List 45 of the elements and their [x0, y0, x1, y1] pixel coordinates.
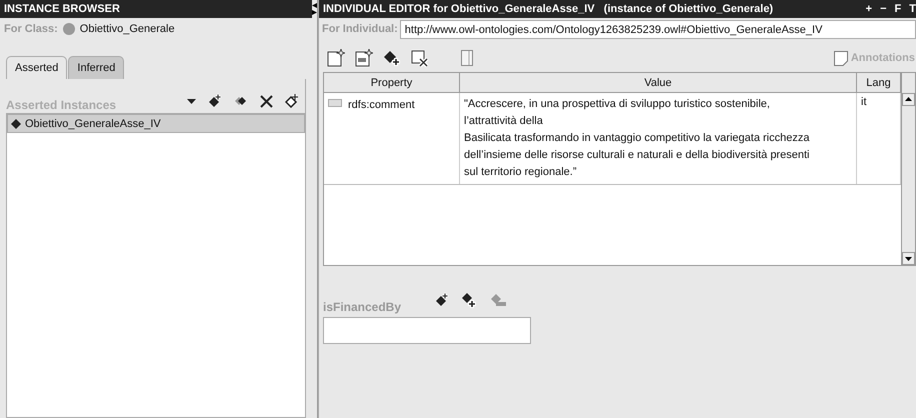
- title-button[interactable]: −: [880, 3, 887, 15]
- add-value-icon[interactable]: [435, 292, 450, 306]
- for-individual-label: For Individual:: [322, 23, 398, 35]
- tab[interactable]: Inferred: [68, 56, 124, 79]
- remove-document-icon[interactable]: [411, 49, 429, 67]
- table-cell-text: dell’insieme delle risorse culturali e naturali e della biodiversità presenti: [464, 148, 810, 163]
- scroll-up-icon[interactable]: [902, 93, 915, 106]
- table-cell-text: "Accrescere, in una prospettiva di sviluppo turistico sostenibile,: [464, 97, 771, 112]
- table-cell: rdfs:comment: [348, 99, 415, 111]
- create-value-icon[interactable]: [461, 291, 478, 308]
- table-cell-text: sul territorio regionale.”: [464, 165, 578, 180]
- diamond-icon: [10, 116, 22, 130]
- add-outline-instance-icon[interactable]: [285, 94, 299, 108]
- table-cell-text: l’attrattività della: [464, 114, 544, 129]
- add-diamond-icon[interactable]: [383, 49, 401, 67]
- individual-uri-field[interactable]: http://www.owl-ontologies.com/Ontology1263825239.owl#Obiettivo_GeneraleAsse_IV: [400, 20, 916, 38]
- property-icon: [328, 99, 342, 107]
- title-button[interactable]: F: [894, 3, 902, 15]
- slot-label: isFinancedBy: [323, 300, 402, 314]
- add-instance-icon[interactable]: [208, 94, 222, 108]
- class-circle-icon: [62, 23, 75, 35]
- instance-item[interactable]: Obiettivo_GeneraleAsse_IV: [7, 114, 305, 133]
- scrollbar[interactable]: [901, 73, 915, 265]
- list-title: Asserted Instances: [6, 97, 116, 112]
- panel-layout-icon[interactable]: [461, 50, 473, 66]
- copy-instance-icon[interactable]: [234, 95, 248, 107]
- column-header[interactable]: Property: [324, 73, 460, 92]
- table-cell-text: Basilicata trasformando in vantaggio competitivo la variegata ricchezza: [464, 131, 810, 146]
- dropdown-caret-icon[interactable]: [187, 98, 196, 104]
- delete-icon[interactable]: [260, 94, 273, 108]
- title-button[interactable]: +: [866, 3, 872, 15]
- for-class-label: For Class:: [4, 23, 58, 35]
- collapse-arrows-icon[interactable]: [312, 3, 317, 15]
- new-document-icon[interactable]: [327, 49, 345, 67]
- table-cell: it: [861, 96, 866, 108]
- document-star-icon[interactable]: [355, 49, 373, 67]
- note-icon: [834, 50, 848, 66]
- column-header[interactable]: Value: [460, 73, 857, 92]
- panel-title: INDIVIDUAL EDITOR for Obiettivo_GeneraleAsse_IV (instance of Obiettivo_Generale): [323, 3, 774, 15]
- tab[interactable]: Asserted: [6, 56, 68, 79]
- class-name: Obiettivo_Generale: [80, 23, 175, 35]
- title-button[interactable]: T: [909, 3, 916, 15]
- scroll-down-icon[interactable]: [902, 252, 915, 265]
- value-field[interactable]: [323, 317, 531, 344]
- panel-title: INSTANCE BROWSER: [0, 0, 312, 18]
